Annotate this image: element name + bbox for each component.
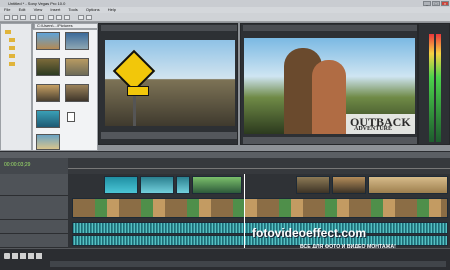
menu-help[interactable]: Help: [108, 7, 116, 12]
stop-icon[interactable]: [12, 253, 18, 259]
redo-button[interactable]: [38, 15, 44, 20]
timeline-clip[interactable]: [332, 176, 366, 194]
trimmer-toolbar: [101, 25, 237, 31]
media-thumb[interactable]: [36, 32, 60, 50]
menu-view[interactable]: View: [34, 7, 43, 12]
watermark-site: fotovideoeffect.com: [252, 226, 367, 240]
timeline-clip[interactable]: [140, 176, 174, 194]
media-thumb[interactable]: [36, 84, 60, 102]
folder-icon: [9, 54, 15, 58]
close-button[interactable]: ×: [441, 1, 449, 6]
trimmer-transport: [101, 132, 237, 139]
sign-post: [133, 96, 136, 126]
document-icon: [67, 112, 75, 122]
trimmer-panel: [98, 23, 238, 145]
master-meter-right: [436, 34, 441, 142]
menu-tools[interactable]: Tools: [68, 7, 77, 12]
docking-tabs[interactable]: [0, 151, 450, 158]
cut-icon[interactable]: [28, 253, 34, 259]
paste-button[interactable]: [64, 15, 70, 20]
ruler-line: [68, 168, 450, 169]
open-button[interactable]: [12, 15, 18, 20]
undo-button[interactable]: [30, 15, 36, 20]
render-button[interactable]: [78, 15, 84, 20]
menu-insert[interactable]: Insert: [50, 7, 60, 12]
track-header-audio-2[interactable]: [0, 234, 68, 248]
timeline-clip[interactable]: [72, 198, 448, 218]
timeline-clip[interactable]: [176, 176, 190, 194]
timeline-clip[interactable]: [104, 176, 138, 194]
menu-file[interactable]: File: [4, 7, 10, 12]
folder-icon: [9, 46, 15, 50]
save-button[interactable]: [20, 15, 26, 20]
sign-plate: [127, 86, 149, 96]
status-bar: [0, 248, 450, 270]
folder-tree[interactable]: [0, 23, 32, 151]
window-title: Untitled * - Sony Vegas Pro 10.0: [8, 1, 66, 6]
play-icon[interactable]: [4, 253, 10, 259]
media-thumbnails[interactable]: [32, 29, 98, 151]
trimmer-video: [105, 40, 235, 126]
woman-figure: [312, 60, 346, 134]
loop-icon[interactable]: [20, 253, 26, 259]
menu-options[interactable]: Options: [86, 7, 100, 12]
maximize-button[interactable]: □: [432, 1, 440, 6]
media-thumb[interactable]: [65, 58, 89, 76]
new-project-button[interactable]: [4, 15, 10, 20]
media-thumb[interactable]: [65, 84, 89, 102]
folder-icon: [9, 38, 15, 42]
folder-icon: [5, 30, 11, 34]
menu-edit[interactable]: Edit: [19, 7, 26, 12]
video-preview-panel: OUTBACK ADVENTURE: [240, 23, 418, 145]
properties-button[interactable]: [86, 15, 92, 20]
track-header-video-2[interactable]: [0, 196, 68, 220]
minimize-button[interactable]: _: [423, 1, 431, 6]
media-thumb[interactable]: [65, 32, 89, 50]
status-strip: [50, 261, 446, 267]
zoom-icon[interactable]: [36, 253, 42, 259]
master-meter-left: [429, 34, 434, 142]
master-bus-panel: [418, 23, 450, 145]
preview-toolbar: [243, 25, 417, 31]
timeline-clip[interactable]: [368, 176, 448, 194]
media-thumb[interactable]: [36, 110, 60, 128]
folder-icon: [9, 62, 15, 66]
timeline-clip[interactable]: [192, 176, 242, 194]
title-overlay: OUTBACK ADVENTURE: [346, 114, 415, 134]
track-header-video-1[interactable]: [0, 174, 68, 196]
media-thumb[interactable]: [36, 134, 60, 150]
timeline-header: 00:00:03;29: [0, 158, 68, 174]
media-thumb[interactable]: [36, 58, 60, 76]
preview-video: OUTBACK ADVENTURE: [244, 38, 415, 134]
cut-button[interactable]: [48, 15, 54, 20]
timeline-clip[interactable]: [296, 176, 330, 194]
timeline-ruler[interactable]: [68, 158, 450, 174]
timeline-position: 00:00:03;29: [4, 162, 31, 168]
playhead-cursor[interactable]: [244, 174, 245, 248]
copy-button[interactable]: [56, 15, 62, 20]
preview-transport: [243, 137, 417, 144]
track-header-audio-1[interactable]: [0, 220, 68, 234]
title-bar: Untitled * - Sony Vegas Pro 10.0: [0, 0, 450, 7]
overlay-title-line2: ADVENTURE: [354, 126, 393, 132]
